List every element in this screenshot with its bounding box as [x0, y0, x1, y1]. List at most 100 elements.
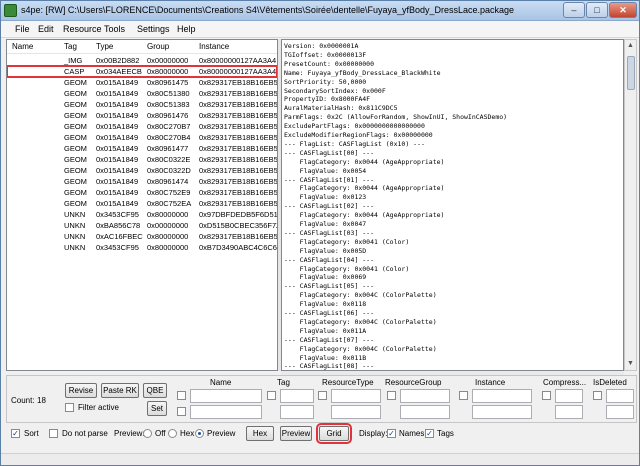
list-header: Name Tag Type Group Instance	[7, 40, 277, 54]
cell-tag: UNKN	[64, 210, 86, 219]
set-button[interactable]: Set	[147, 401, 167, 416]
filter-type-enable-checkbox[interactable]	[318, 391, 327, 400]
col-group-header[interactable]: Group	[147, 42, 169, 51]
preview-scrollbar[interactable]: ▲ ▼	[624, 39, 637, 371]
menu-help[interactable]: Help	[177, 24, 196, 34]
paste-rk-button[interactable]: Paste RK	[101, 383, 139, 398]
filter-isdeleted-input[interactable]	[606, 389, 634, 403]
filter-panel: Count: 18 Revise Paste RK QBE Filter act…	[6, 375, 637, 423]
table-row[interactable]: GEOM 0x015A1849 0x80961474 0x829317EB18B16E…	[7, 176, 277, 187]
filter-name-active-checkbox[interactable]	[177, 407, 186, 416]
table-row[interactable]: UNKN 0xBA856C78 0x00000000 0xD515B0CBEC356F…	[7, 220, 277, 231]
preview-line: FlagCategory: 0x0044 (AgeAppropriate)	[284, 184, 445, 193]
table-row[interactable]: GEOM 0x015A1849 0x80C0322D 0x829317EB18B16E…	[7, 165, 277, 176]
preview-line: FlagCategory: 0x004C (ColorPalette)	[284, 291, 437, 300]
table-row[interactable]: GEOM 0x015A1849 0x80C51380 0x829317EB18B16E…	[7, 88, 277, 99]
filter-active-checkbox[interactable]	[65, 403, 74, 412]
col-type-header[interactable]: Type	[96, 42, 113, 51]
menu-edit[interactable]: Edit	[38, 24, 54, 34]
preview-off-label: Off	[155, 429, 166, 438]
menu-resource[interactable]: Resource	[63, 24, 102, 34]
minimize-button[interactable]: –	[563, 2, 585, 18]
table-row[interactable]: GEOM 0x015A1849 0x80C51383 0x829317EB18B16E…	[7, 99, 277, 110]
table-row[interactable]: GEOM 0x015A1849 0x80961477 0x829317EB18B16E…	[7, 143, 277, 154]
filter-type-input[interactable]	[331, 389, 381, 403]
cell-tag: GEOM	[64, 144, 87, 153]
table-row[interactable]: GEOM 0x015A1849 0x80961476 0x829317EB18B16E…	[7, 110, 277, 121]
cell-group: 0x80C0322D	[147, 166, 191, 175]
scroll-thumb[interactable]	[627, 56, 635, 90]
cell-tag: GEOM	[64, 111, 87, 120]
filter-name-value-input[interactable]	[190, 405, 262, 419]
col-tag-header[interactable]: Tag	[64, 42, 77, 51]
table-row[interactable]: GEOM 0x015A1849 0x80C270B4 0x829317EB18B16E…	[7, 132, 277, 143]
table-row[interactable]: CASP 0x034AEECB 0x80000000 0x80000000127AA3…	[7, 65, 277, 78]
filter-instance-value-input[interactable]	[472, 405, 532, 419]
hex-button[interactable]: Hex	[246, 426, 274, 441]
cell-type: 0x015A1849	[96, 122, 139, 131]
table-row[interactable]: UNKN 0xAC16FBEC 0x80000000 0x829317EB18B16E…	[7, 231, 277, 242]
filter-tag-input[interactable]	[280, 389, 314, 403]
filter-instance-input[interactable]	[472, 389, 532, 403]
menu-file[interactable]: File	[15, 24, 30, 34]
cell-type: 0x015A1849	[96, 133, 139, 142]
filter-instance-enable-checkbox[interactable]	[459, 391, 468, 400]
filter-group-value-input[interactable]	[400, 405, 450, 419]
cell-group: 0x00000000	[147, 221, 189, 230]
maximize-button[interactable]: □	[586, 2, 608, 18]
col-name-header[interactable]: Name	[12, 42, 33, 51]
resource-list[interactable]: Name Tag Type Group Instance _IMG 0x00B2D…	[6, 39, 278, 371]
do-not-parse-label: Do not parse	[62, 429, 108, 438]
cell-instance: 0xD515B0CBEC356F7Z	[199, 221, 278, 230]
preview-preview-radio[interactable]	[195, 429, 204, 438]
filter-isdeleted-value-input[interactable]	[606, 405, 634, 419]
table-row[interactable]: GEOM 0x015A1849 0x80C270B7 0x829317EB18B16E…	[7, 121, 277, 132]
scroll-up-icon[interactable]: ▲	[627, 42, 634, 49]
preview-line: FlagValue: 0x011A	[284, 326, 367, 335]
scroll-down-icon[interactable]: ▼	[627, 360, 634, 367]
cell-group: 0x80961477	[147, 144, 189, 153]
filter-type-value-input[interactable]	[331, 405, 381, 419]
tags-checkbox[interactable]: ✓	[425, 429, 434, 438]
sort-checkbox[interactable]: ✓	[11, 429, 20, 438]
cell-group: 0x80C752EA	[147, 199, 192, 208]
preview-line: --- CASFlagList[03] ---	[284, 228, 375, 237]
table-row[interactable]: GEOM 0x015A1849 0x80C752E9 0x829317EB18B16E…	[7, 187, 277, 198]
filter-tag-enable-checkbox[interactable]	[267, 391, 276, 400]
names-checkbox[interactable]: ✓	[387, 429, 396, 438]
filter-tag-value-input[interactable]	[280, 405, 314, 419]
preview-pane: Version: 0x0000001A TGIoffset: 0x0000013F…	[281, 39, 624, 371]
filter-tag-label: Tag	[277, 378, 290, 387]
preview-line: Name: Fuyaya_yfBody_DressLace_BlackWhite	[284, 68, 441, 77]
filter-compress-input[interactable]	[555, 389, 583, 403]
col-instance-header[interactable]: Instance	[199, 42, 229, 51]
preview-button[interactable]: Preview	[280, 426, 312, 441]
table-row[interactable]: GEOM 0x015A1849 0x80C0322E 0x829317EB18B16E…	[7, 154, 277, 165]
title-bar: s4pe: [RW] C:\Users\FLORENCE\Documents\C…	[1, 1, 639, 21]
preview-line: TGIoffset: 0x0000013F	[284, 50, 367, 59]
do-not-parse-checkbox[interactable]	[49, 429, 58, 438]
filter-name-input[interactable]	[190, 389, 262, 403]
menu-settings[interactable]: Settings	[137, 24, 170, 34]
preview-off-radio[interactable]	[143, 429, 152, 438]
close-button[interactable]: ✕	[609, 2, 637, 18]
revise-button[interactable]: Revise	[65, 383, 97, 398]
table-row[interactable]: GEOM 0x015A1849 0x80C752EA 0x829317EB18B16E…	[7, 198, 277, 209]
filter-group-enable-checkbox[interactable]	[387, 391, 396, 400]
grid-button[interactable]: Grid	[316, 423, 352, 444]
filter-name-enable-checkbox[interactable]	[177, 391, 186, 400]
cell-instance: 0x829317EB18B16EB5	[199, 100, 278, 109]
filter-compress-enable-checkbox[interactable]	[542, 391, 551, 400]
table-row[interactable]: _IMG 0x00B2D882 0x00000000 0x80000000127AA3…	[7, 55, 277, 66]
menu-tools[interactable]: Tools	[104, 24, 125, 34]
filter-group-input[interactable]	[400, 389, 450, 403]
menu-bar: File Edit Resource Tools Settings Help	[1, 21, 639, 38]
table-row[interactable]: UNKN 0x3453CF95 0x80000000 0xB7D3490ABC4C6C…	[7, 242, 277, 253]
filter-isdeleted-enable-checkbox[interactable]	[593, 391, 602, 400]
table-row[interactable]: GEOM 0x015A1849 0x80961475 0x829317EB18B16E…	[7, 77, 277, 88]
qbe-button[interactable]: QBE	[143, 383, 167, 398]
table-row[interactable]: UNKN 0x3453CF95 0x80000000 0x97DBFDEDB5F6D5…	[7, 209, 277, 220]
filter-compress-value-input[interactable]	[555, 405, 583, 419]
app-window: s4pe: [RW] C:\Users\FLORENCE\Documents\C…	[0, 0, 640, 466]
preview-hex-radio[interactable]	[168, 429, 177, 438]
